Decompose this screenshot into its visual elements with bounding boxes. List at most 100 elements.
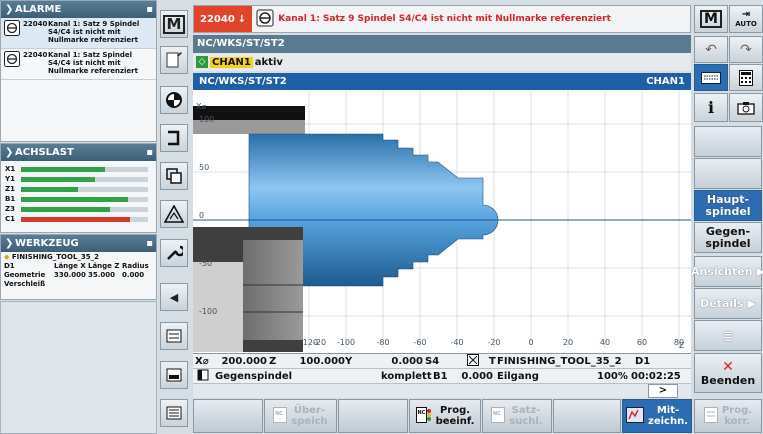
- z-label: Z: [269, 355, 277, 367]
- tool-col-z: Länge Z: [88, 262, 120, 270]
- axis-name: Z3: [5, 205, 15, 213]
- alarm-banner-text: Kanal 1: Satz 9 Spindel S4/C4 ist nicht …: [278, 14, 611, 24]
- program-control-icon: NC: [415, 406, 432, 426]
- program-correct-icon: [703, 406, 718, 426]
- alarm-item-icon: [4, 20, 20, 38]
- axis-load-fill: [21, 206, 110, 212]
- y-tick-label: 50: [199, 163, 209, 172]
- tool-panel-header[interactable]: ❯ WERKZEUG ▪: [1, 235, 156, 252]
- status-tool-name: FINISHING_TOOL_35_2: [497, 355, 622, 367]
- calculator-button[interactable]: [729, 64, 763, 91]
- list-view-icon[interactable]: [160, 322, 188, 350]
- axis-load-track: [21, 216, 148, 222]
- axis-load-row: B1: [5, 194, 152, 204]
- axis-load-fill: [21, 186, 79, 192]
- status-row-2: Gegenspindel komplett B1 0.000 Eilgang 1…: [193, 368, 691, 383]
- offset-icon[interactable]: [160, 86, 188, 114]
- x-tick-label: -20: [487, 338, 500, 347]
- axis-name: C1: [5, 215, 16, 223]
- x-tick-label-partial: -20: [313, 338, 326, 347]
- svg-text:NC: NC: [417, 410, 425, 416]
- x-tick-label: -80: [376, 338, 389, 347]
- alarm-list-item[interactable]: 22040 Kanal 1: Satz Spindel S4/C4 ist nic…: [1, 49, 156, 80]
- alarm-list-item[interactable]: 22040 Kanal 1: Satz 9 Spindel S4/C4 ist n…: [1, 18, 156, 49]
- keyboard-button[interactable]: [694, 64, 728, 91]
- diagnosis-icon[interactable]: [160, 162, 188, 190]
- x-axis-label: Z: [679, 341, 685, 350]
- detail-view-icon[interactable]: [160, 399, 188, 427]
- status-row-1: X⌀ 200.000 Z 100.000 Y 0.000 S4 T FINISH…: [193, 353, 691, 368]
- auto-button[interactable]: ⇥ AUTO: [729, 5, 763, 33]
- machine-m-button[interactable]: M: [160, 10, 188, 38]
- undo-button[interactable]: ↶: [694, 36, 728, 63]
- axis-load-row: X1: [5, 164, 152, 174]
- path-text: NC/WKS/ST/ST2: [197, 38, 285, 49]
- back-arrow-button[interactable]: ◀: [160, 283, 188, 311]
- softkey-main-spindle[interactable]: Haupt- spindel: [694, 190, 762, 221]
- status-tool-d: D1: [635, 355, 651, 367]
- wrench-icon[interactable]: [160, 239, 188, 267]
- softkey-counter-spindle[interactable]: Gegen- spindel: [694, 222, 762, 253]
- softkey-views[interactable]: Ansichten ▶: [691, 256, 763, 287]
- axis-name: Y1: [5, 175, 15, 183]
- axis-load-track: [21, 166, 148, 172]
- program-edit-icon[interactable]: [160, 46, 188, 74]
- simulation-view[interactable]: -120 -100 -80 -60 -40 -20 0 20 40 60 80 -20 100 50 0 -5…: [193, 90, 691, 353]
- axis-load-fill: [21, 216, 131, 222]
- softkey-bottom-empty-1[interactable]: [193, 399, 263, 433]
- axis-load-fill: [21, 176, 95, 182]
- y-axis-label: X⌀: [196, 102, 207, 111]
- b-value: 0.000: [461, 370, 493, 382]
- softkey-empty-2[interactable]: [694, 158, 762, 189]
- next-button[interactable]: >: [648, 384, 678, 398]
- softkey-exit[interactable]: ✕ Beenden: [694, 353, 762, 393]
- close-icon: ✕: [722, 358, 734, 375]
- warning-icon[interactable]: [160, 200, 188, 228]
- status-row-3: >: [193, 383, 691, 398]
- tool-radius: 0.000: [122, 271, 145, 279]
- softkey-empty-1[interactable]: [694, 126, 762, 157]
- tool-status-icon: [467, 353, 489, 369]
- redo-button[interactable]: ↷: [729, 36, 763, 63]
- machine-m-top-button[interactable]: M: [694, 5, 728, 33]
- softkey-simultaneous-record[interactable]: Mit- zeichn.: [622, 399, 692, 433]
- alarm-banner[interactable]: 22040 ↓ Kanal 1: Satz 9 Spindel S4/C4 is…: [193, 5, 691, 33]
- alarm-banner-code: 22040: [200, 13, 235, 25]
- view-channel: CHAN1: [646, 76, 685, 87]
- tool-icon: ◆: [4, 253, 10, 261]
- record-icon: [626, 406, 644, 426]
- b-label: B1: [433, 370, 448, 382]
- softkey-program-control[interactable]: NC Prog. beeinf.: [409, 399, 481, 433]
- axis-load-panel: ❯ ACHSLAST ▪ X1 Y1 Z1 B1 Z3 C1: [0, 143, 157, 233]
- tool-name: FINISHING_TOOL_35_2: [11, 253, 100, 261]
- tool-row-geometry: Geometrie: [4, 271, 46, 279]
- program-manager-icon[interactable]: [160, 124, 188, 152]
- nc-search-icon: NC: [491, 406, 506, 426]
- x-tick-label: 60: [637, 338, 647, 347]
- axis-load-header[interactable]: ❯ ACHSLAST ▪: [1, 144, 156, 161]
- softkey-block-search[interactable]: NC Satz- suchl.: [482, 399, 552, 433]
- info-button[interactable]: i: [694, 93, 728, 122]
- softkey-details[interactable]: Details ▶: [694, 288, 762, 319]
- auto-arrow-icon: ⇥: [741, 9, 751, 20]
- alarm-panel-header[interactable]: ❯ ALARME ▪: [1, 1, 156, 18]
- channel-name: CHAN1: [210, 56, 253, 68]
- feed-mode: Eilgang: [497, 370, 539, 382]
- softkey-empty-3[interactable]: [338, 399, 408, 433]
- x-tick-label: -40: [450, 338, 463, 347]
- softkey-empty-4[interactable]: [553, 399, 621, 433]
- spindle-icon: [193, 369, 215, 384]
- x-tick-label: 20: [563, 338, 573, 347]
- tool-prefix: T: [489, 355, 496, 367]
- axis-load-track: [21, 186, 148, 192]
- softkey-program-correct[interactable]: Prog. korr.: [694, 399, 762, 433]
- svg-text:NC: NC: [493, 411, 501, 417]
- axis-load-row: Z1: [5, 184, 152, 194]
- window-view-icon[interactable]: [160, 361, 188, 389]
- camera-button[interactable]: [729, 93, 763, 122]
- axis-load-row: Z3: [5, 204, 152, 214]
- x-tick-label: -60: [413, 338, 426, 347]
- softkey-more[interactable]: ≣: [694, 320, 762, 351]
- softkey-overstore[interactable]: NC Über- speich: [264, 399, 337, 433]
- calculator-icon: [739, 69, 753, 86]
